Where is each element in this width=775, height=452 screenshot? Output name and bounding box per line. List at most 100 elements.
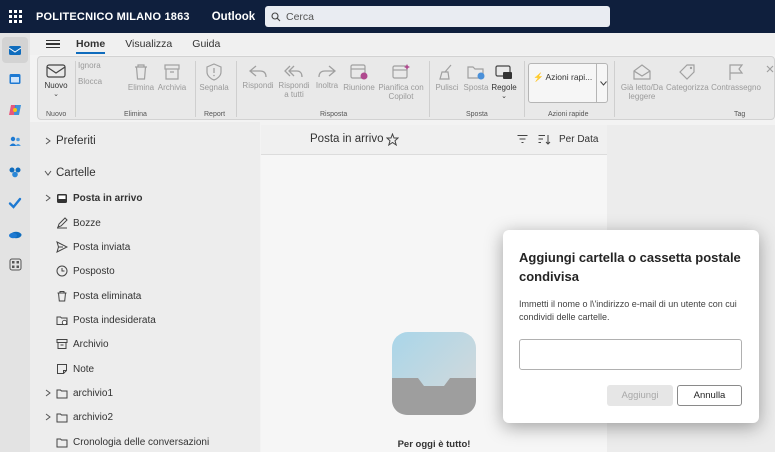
rules-label: Regole: [491, 83, 517, 92]
ribbon: Nuovo ⌄ Ignora Blocca Elimina Archivia E…: [37, 56, 775, 120]
onedrive-icon[interactable]: [7, 226, 23, 242]
tab-visualizza[interactable]: Visualizza: [125, 33, 172, 55]
categorize-button[interactable]: Categorizza: [666, 63, 709, 92]
mark-read-button[interactable]: Già letto/Da leggere: [618, 63, 666, 101]
flag-button[interactable]: Contrassegno: [710, 63, 762, 92]
folder-item-archivio1[interactable]: archivio1: [30, 383, 260, 403]
trash-icon: [135, 64, 147, 80]
chevron-right-icon: [44, 194, 52, 202]
search-input[interactable]: Cerca: [265, 6, 610, 27]
reply-button[interactable]: Rispondi: [240, 63, 276, 90]
folder-label: archivio1: [73, 387, 114, 399]
navigation-toggle-button[interactable]: [46, 40, 60, 48]
folder-label: Posta in arrivo: [73, 192, 143, 204]
mail-icon[interactable]: [7, 42, 23, 58]
group-label-move: Sposta: [466, 111, 488, 118]
empty-inbox-text: Per oggi è tutto!: [397, 439, 471, 450]
copilot-icon[interactable]: [7, 102, 23, 118]
folder-item-notes[interactable]: Note: [30, 359, 260, 379]
meeting-button[interactable]: Riunione: [342, 63, 376, 92]
junk-icon: [56, 314, 68, 326]
app-name[interactable]: Outlook: [212, 11, 255, 23]
reply-all-icon: [284, 65, 303, 78]
report-button[interactable]: Segnala: [198, 63, 230, 92]
folder-label: Posposto: [73, 265, 115, 277]
mark-read-label: Già letto/Da leggere: [620, 83, 664, 101]
delete-label: Elimina: [127, 83, 155, 92]
calendar-icon[interactable]: [7, 71, 23, 87]
rules-button[interactable]: Regole ⌄: [490, 63, 518, 101]
tab-guida[interactable]: Guida: [192, 33, 220, 55]
note-icon: [56, 363, 68, 375]
sweep-button[interactable]: Pulisci: [434, 63, 460, 92]
folder-item-inbox[interactable]: Posta in arrivo: [30, 188, 260, 208]
broom-icon: [439, 64, 452, 80]
pencil-icon: [56, 217, 68, 229]
folder-item-archive[interactable]: Archivio: [30, 334, 260, 354]
waffle-icon: [8, 10, 22, 23]
archive-button[interactable]: Archivia: [156, 63, 188, 92]
forward-button[interactable]: Inoltra: [314, 63, 340, 90]
ribbon-overflow-button[interactable]: [764, 63, 775, 77]
archive-label: Archivia: [157, 83, 187, 92]
tag-icon: [679, 64, 695, 80]
shared-mailbox-input[interactable]: [519, 339, 742, 370]
quick-steps-dropdown[interactable]: [596, 63, 609, 103]
sort-label[interactable]: Per Data: [559, 134, 598, 145]
group-label-reply: Risposta: [320, 111, 348, 118]
flag-label: Contrassegno: [711, 83, 761, 92]
folder-pane: Preferiti Cartelle Posta in arrivo Bozze…: [30, 122, 260, 452]
archive-icon: [56, 338, 68, 350]
ribbon-tabs: Home Visualizza Guida: [30, 33, 775, 55]
folder-item-archivio2[interactable]: archivio2: [30, 407, 260, 427]
reply-all-label: Rispondi a tutti: [278, 81, 310, 99]
app-rail: [0, 33, 30, 452]
sweep-label: Pulisci: [435, 83, 459, 92]
cancel-button[interactable]: Annulla: [677, 385, 742, 406]
clock-icon: [56, 265, 68, 277]
folder-item-drafts[interactable]: Bozze: [30, 213, 260, 233]
block-button[interactable]: Blocca: [78, 77, 120, 86]
groups-icon[interactable]: [7, 164, 23, 180]
chevron-down-icon: [44, 169, 52, 177]
dialog-description: Immetti il nome o l\'indirizzo e-mail di…: [519, 299, 737, 322]
copilot-schedule-button[interactable]: Pianifica con Copilot: [376, 63, 426, 101]
folder-item-deleted[interactable]: Posta eliminata: [30, 286, 260, 306]
envelope-open-icon: [633, 64, 651, 80]
add-button[interactable]: Aggiungi: [607, 385, 673, 406]
org-name: POLITECNICO MILANO 1863: [36, 10, 190, 23]
move-button[interactable]: Sposta: [462, 63, 490, 92]
reply-label: Rispondi: [242, 81, 274, 90]
forward-icon: [318, 65, 337, 78]
reply-icon: [248, 65, 267, 78]
block-label: Blocca: [78, 77, 103, 86]
move-folder-icon: [467, 66, 485, 80]
folder-item-junk[interactable]: Posta indesiderata: [30, 310, 260, 330]
message-list-header: Posta in arrivo Per Data: [261, 125, 607, 155]
tab-home[interactable]: Home: [76, 33, 106, 55]
sort-icon[interactable]: [538, 134, 551, 148]
filter-icon[interactable]: [517, 134, 528, 147]
folder-label: Cronologia delle conversazioni: [73, 436, 210, 448]
chevron-right-icon: [44, 137, 52, 145]
flag-icon: [729, 64, 744, 80]
folder-item-conversation-history[interactable]: Cronologia delle conversazioni: [30, 432, 260, 452]
todo-icon[interactable]: [7, 195, 23, 211]
reply-all-button[interactable]: Rispondi a tutti: [276, 63, 312, 99]
chevron-right-icon: [44, 413, 52, 421]
copilot-schedule-label: Pianifica con Copilot: [378, 83, 424, 101]
star-icon[interactable]: [385, 132, 400, 149]
folder-label: Note: [73, 363, 95, 375]
new-mail-button[interactable]: Nuovo ⌄: [41, 63, 71, 99]
empty-inbox-illustration: [390, 330, 478, 417]
folder-item-snoozed[interactable]: Posposto: [30, 261, 260, 281]
close-icon: [766, 65, 774, 73]
delete-button[interactable]: Elimina: [126, 63, 156, 92]
ignore-button[interactable]: Ignora: [78, 61, 120, 70]
app-launcher-button[interactable]: [0, 0, 30, 33]
folders-label: Cartelle: [56, 167, 96, 179]
people-icon[interactable]: [7, 133, 23, 149]
folder-icon: [56, 387, 68, 399]
folder-item-sent[interactable]: Posta inviata: [30, 237, 260, 257]
more-apps-icon[interactable]: [7, 256, 23, 272]
